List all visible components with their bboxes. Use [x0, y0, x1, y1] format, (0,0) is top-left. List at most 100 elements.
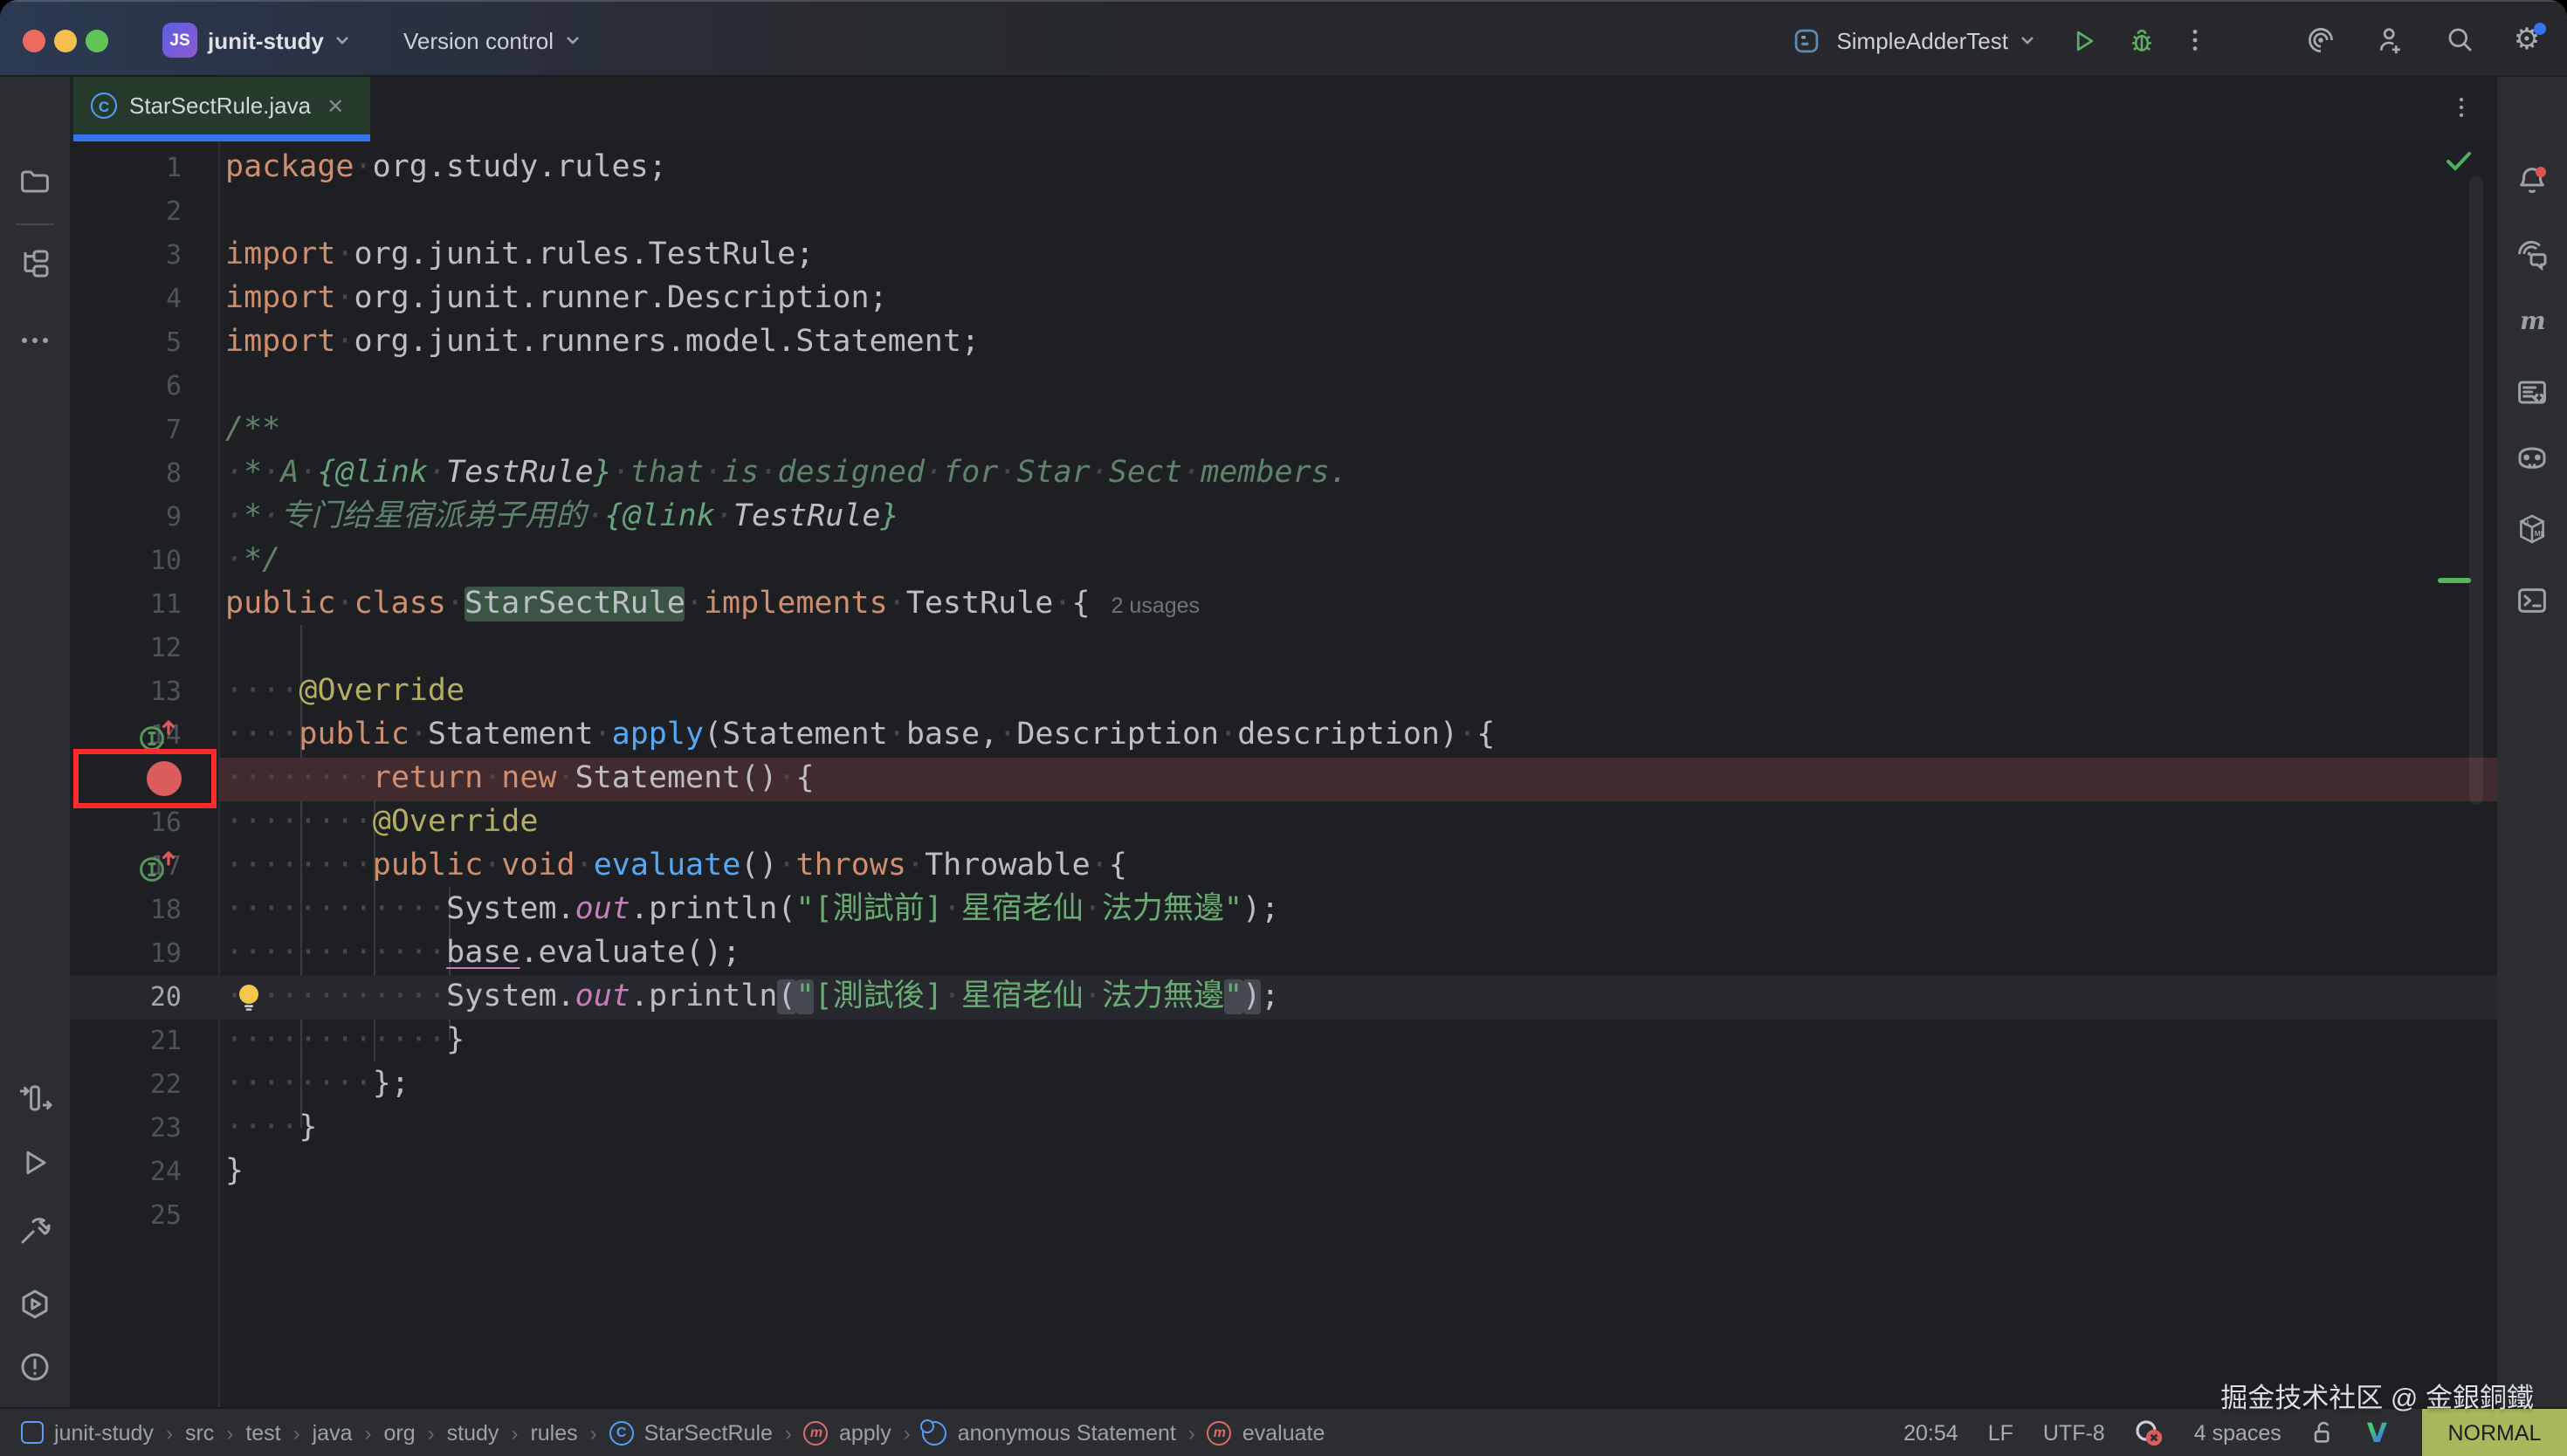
code-content[interactable] [218, 1193, 2497, 1237]
encoding-widget[interactable]: UTF-8 [2043, 1420, 2105, 1445]
code-line[interactable]: 24} [70, 1150, 2497, 1193]
code-line[interactable]: 21············} [70, 1019, 2497, 1062]
implements-method-gutter-icon[interactable] [136, 717, 182, 753]
tab-options-icon[interactable] [2450, 96, 2473, 119]
code-line[interactable]: 16········@Override [70, 800, 2497, 844]
terminal-icon[interactable] [2515, 583, 2550, 618]
line-number[interactable]: 6 [70, 364, 182, 408]
notifications-icon[interactable] [2515, 164, 2550, 199]
usages-inlay-hint[interactable]: 2 usages [1111, 593, 1200, 617]
code-content[interactable]: ············} [218, 1019, 2497, 1062]
ai-chat-icon[interactable] [2515, 237, 2550, 272]
indent-widget[interactable]: 4 spaces [2194, 1420, 2281, 1445]
breadcrumb-item[interactable]: CStarSectRule [609, 1420, 773, 1445]
version-control-menu[interactable]: Version control [403, 2, 582, 79]
documentation-icon[interactable] [2515, 375, 2550, 410]
implements-method-gutter-icon[interactable] [136, 848, 182, 884]
code-line[interactable]: 8·*·A·{@link·TestRule}·that·is·designed·… [70, 451, 2497, 495]
problems-icon[interactable] [17, 1350, 52, 1384]
line-number[interactable]: 12 [70, 626, 182, 670]
code-line[interactable]: 9 ·*·专门给星宿派弟子用的·{@link·TestRule} [70, 495, 2497, 539]
breadcrumb-item[interactable]: java [313, 1420, 353, 1445]
close-tab-icon[interactable]: ✕ [327, 93, 344, 118]
line-number[interactable]: 2 [70, 189, 182, 233]
code-content[interactable]: ········@Override [218, 800, 2497, 844]
code-content[interactable]: ········return·new·Statement()·{ [218, 757, 2497, 800]
breadcrumb-item[interactable]: mevaluate [1208, 1420, 1325, 1445]
line-number[interactable]: 4 [70, 277, 182, 320]
code-line[interactable]: 2 [70, 189, 2497, 233]
uml-diagram-icon[interactable]: UML [2515, 512, 2550, 546]
structure-icon[interactable] [17, 246, 52, 281]
add-user-icon[interactable] [2368, 17, 2413, 63]
more-actions-button[interactable] [2172, 17, 2218, 63]
line-separator-widget[interactable]: LF [1988, 1420, 2013, 1445]
macos-zoom-button[interactable] [86, 29, 108, 52]
code-line[interactable]: 20············System.out.println("[測試後]·… [70, 975, 2497, 1019]
breadcrumb-item[interactable]: anonymous Statement [923, 1420, 1176, 1445]
code-line[interactable]: 12 [70, 626, 2497, 670]
settings-gear-icon[interactable]: ⚙ [2504, 17, 2550, 63]
breadcrumb-item[interactable]: junit-study [21, 1420, 154, 1445]
search-icon[interactable] [2438, 17, 2483, 63]
code-editor[interactable]: 1package·org.study.rules;23import·org.ju… [70, 141, 2497, 1407]
breadcrumb-item[interactable]: src [185, 1420, 214, 1445]
debug-button[interactable] [2118, 17, 2164, 63]
more-tools-icon[interactable] [17, 323, 52, 358]
code-line[interactable]: 7/** [70, 408, 2497, 451]
inspections-ok-icon[interactable] [2445, 148, 2473, 173]
code-line[interactable]: 5import·org.junit.runners.model.Statemen… [70, 320, 2497, 364]
code-content[interactable] [218, 364, 2497, 408]
macos-minimize-button[interactable] [54, 29, 77, 52]
code-line[interactable]: ········return·new·Statement()·{ [70, 757, 2497, 800]
highlighting-level-icon[interactable] [2135, 1418, 2164, 1447]
breadcrumb-item[interactable]: study [447, 1420, 499, 1445]
line-number[interactable]: 13 [70, 670, 182, 713]
line-number[interactable]: 10 [70, 539, 182, 582]
code-content[interactable] [218, 189, 2497, 233]
project-avatar[interactable]: JS [162, 23, 197, 58]
maven-icon[interactable]: m [2515, 304, 2550, 339]
code-content[interactable]: ········}; [218, 1062, 2497, 1106]
caret-position-widget[interactable]: 20:54 [1903, 1420, 1958, 1445]
code-line[interactable]: 14····public·Statement·apply(Statement·b… [70, 713, 2497, 757]
code-content[interactable]: ·*/ [218, 539, 2497, 582]
code-content[interactable]: ········public·void·evaluate()·throws·Th… [218, 844, 2497, 888]
line-number[interactable]: 25 [70, 1193, 182, 1237]
breadcrumb-item[interactable]: mapply [804, 1420, 891, 1445]
line-number[interactable]: 7 [70, 408, 182, 451]
in-out-panel-icon[interactable] [17, 1081, 52, 1116]
services-icon[interactable] [17, 1287, 52, 1322]
editor-scrollbar[interactable] [2469, 176, 2483, 805]
line-number[interactable]: 9 [70, 495, 182, 539]
line-number[interactable]: 19 [70, 931, 182, 975]
line-number[interactable]: 22 [70, 1062, 182, 1106]
run-button[interactable] [2061, 17, 2106, 63]
code-line[interactable]: 23····} [70, 1106, 2497, 1150]
code-content[interactable]: ·*·专门给星宿派弟子用的·{@link·TestRule} [218, 495, 2497, 539]
copilot-icon[interactable] [2515, 442, 2550, 477]
code-line[interactable]: 4 import·org.junit.runner.Description; [70, 277, 2497, 320]
line-number[interactable]: 24 [70, 1150, 182, 1193]
breadcrumb-item[interactable]: org [384, 1420, 416, 1445]
code-content[interactable] [218, 626, 2497, 670]
macos-close-button[interactable] [23, 29, 45, 52]
code-content[interactable]: package·org.study.rules; [218, 146, 2497, 189]
ideavim-icon[interactable]: V [2367, 1417, 2387, 1448]
code-content[interactable]: ············System.out.println("[測試後]·星宿… [218, 975, 2497, 1019]
code-content[interactable]: import·org.junit.runner.Description; [218, 277, 2497, 320]
intention-bulb-icon[interactable] [236, 982, 262, 1012]
code-line[interactable]: 25 [70, 1193, 2497, 1237]
code-line[interactable]: 19············base.evaluate(); [70, 931, 2497, 975]
code-content[interactable]: ····@Override [218, 670, 2497, 713]
code-line[interactable]: 17········public·void·evaluate()·throws·… [70, 844, 2497, 888]
breadcrumb-item[interactable]: test [245, 1420, 280, 1445]
code-content[interactable]: public·class·StarSectRule·implements·Tes… [218, 582, 2497, 626]
project-folder-icon[interactable] [17, 164, 52, 199]
vim-mode-badge[interactable]: NORMAL [2422, 1409, 2567, 1456]
project-menu[interactable]: junit-study [208, 2, 352, 79]
code-content[interactable]: } [218, 1150, 2497, 1193]
tab-starsectrule[interactable]: C StarSectRule.java ✕ [73, 77, 370, 134]
code-content[interactable]: ············System.out.println("[測試前]·星宿… [218, 888, 2497, 931]
code-line[interactable]: 13 ····@Override [70, 670, 2497, 713]
